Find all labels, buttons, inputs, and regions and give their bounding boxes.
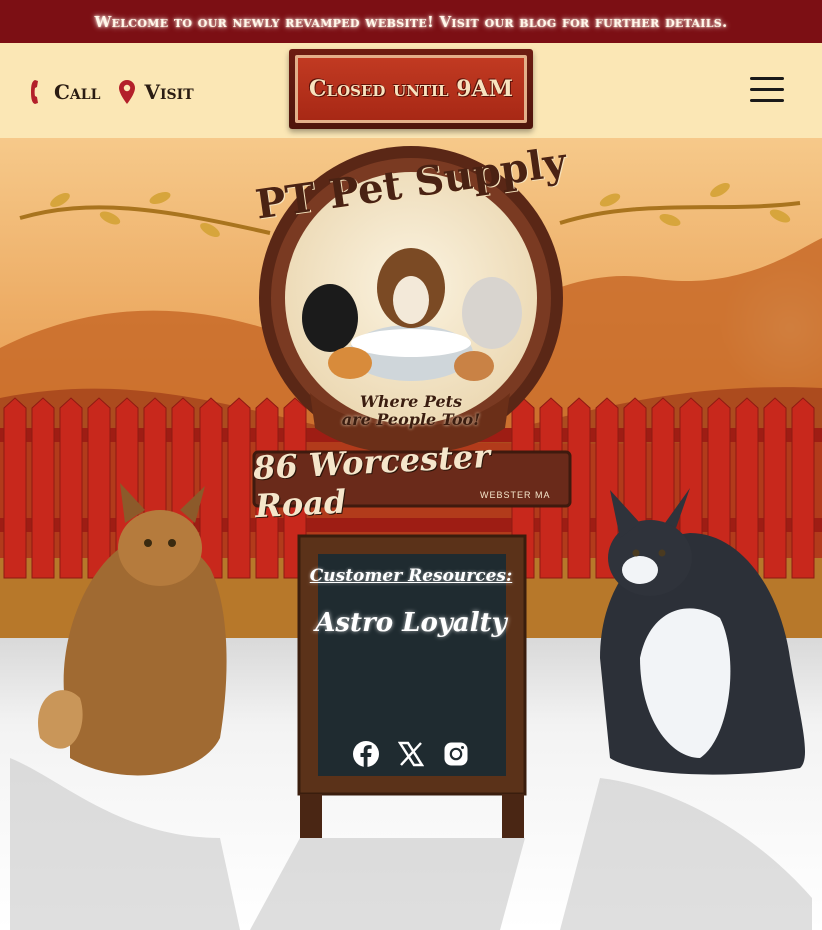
announcement-text[interactable]: Welcome to our newly revamped website! V…: [94, 13, 727, 31]
store-status-panel: Closed until 9AM: [295, 55, 527, 123]
facebook-icon[interactable]: [350, 738, 382, 770]
site-header: Call Visit Closed until 9AM: [0, 43, 822, 138]
astro-loyalty-link[interactable]: Astro Loyalty: [300, 608, 522, 638]
map-pin-icon: [118, 79, 136, 105]
social-links: [350, 738, 485, 770]
store-status-sign: Closed until 9AM: [289, 49, 533, 129]
phone-icon: [30, 79, 46, 105]
menu-line-icon: [750, 99, 784, 102]
visit-link[interactable]: Visit: [118, 79, 194, 105]
announcement-banner[interactable]: Welcome to our newly revamped website! V…: [0, 0, 822, 43]
call-label: Call: [54, 80, 101, 104]
tagline-line-2: are People Too!: [341, 410, 481, 429]
hamburger-menu-button[interactable]: [750, 77, 784, 105]
hero-illustration: [0, 138, 822, 930]
instagram-icon[interactable]: [440, 738, 472, 770]
store-status-text: Closed until 9AM: [309, 76, 513, 102]
call-link[interactable]: Call: [30, 79, 100, 105]
menu-line-icon: [750, 77, 784, 80]
menu-line-icon: [750, 88, 784, 91]
visit-label: Visit: [144, 80, 194, 104]
tagline-line-1: Where Pets: [359, 392, 463, 411]
x-icon[interactable]: [395, 738, 427, 770]
city-state: WEBSTER MA: [480, 490, 551, 500]
contact-links: Call Visit: [30, 79, 212, 105]
customer-resources-heading: Customer Resources:: [309, 566, 513, 586]
hero-scene: PT Pet Supply Where Pets are People Too!…: [0, 138, 822, 930]
